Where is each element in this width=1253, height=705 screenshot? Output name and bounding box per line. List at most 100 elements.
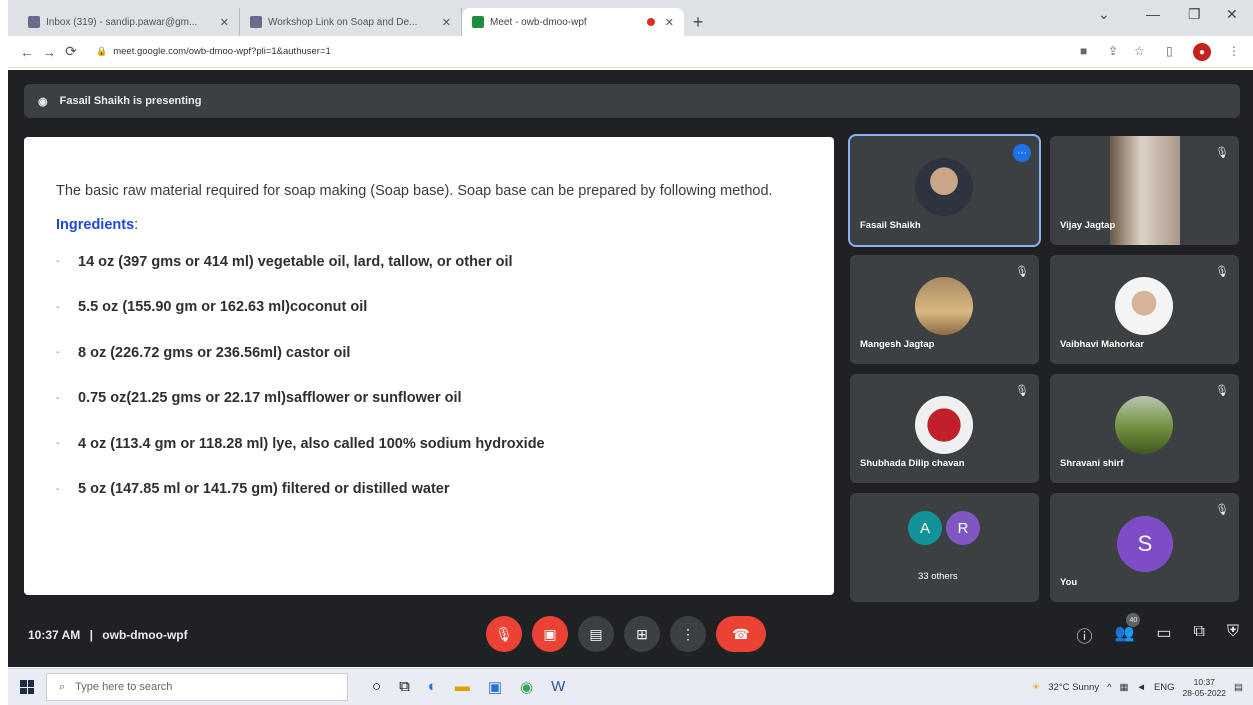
gmail-favicon-icon [28, 16, 40, 28]
chat-icon[interactable]: ▭ [1156, 623, 1171, 647]
others-tile[interactable]: A R 33 others [850, 493, 1039, 602]
list-item: -14 oz (397 gms or 414 ml) vegetable oil… [56, 253, 513, 270]
end-call-button[interactable]: ☎ [716, 616, 766, 652]
participant-name: You [1060, 577, 1078, 588]
ingredient-text: 5.5 oz (155.90 gm or 162.63 ml)coconut o… [78, 299, 368, 316]
browser-tab-inbox[interactable]: Inbox (319) - sandip.pawar@gm... ✕ [18, 8, 240, 36]
show-hidden-icon[interactable]: ^ [1107, 682, 1111, 693]
meet-bottom-bar: 10:37 AM | owb-dmoo-wpf 🎙 ▣ ▤ ⊞ ⋮ ☎ ⓘ 👥 4… [8, 603, 1253, 667]
new-tab-button[interactable]: + [684, 8, 712, 36]
list-item: -4 oz (113.4 gm or 118.28 ml) lye, also … [56, 435, 545, 452]
video-feed [1110, 136, 1180, 245]
file-explorer-icon[interactable]: ▬ [455, 678, 470, 696]
slide-intro: The basic raw material required for soap… [56, 183, 773, 199]
close-tab-icon[interactable]: ✕ [665, 16, 674, 29]
weather-text[interactable]: 32°C Sunny [1048, 682, 1099, 693]
more-vert-icon: ⋮ [681, 625, 695, 642]
tab-label: Inbox (319) - sandip.pawar@gm... [46, 16, 198, 28]
participant-tile[interactable]: ⋯ Fasail Shaikh [848, 134, 1041, 247]
ingredient-text: 0.75 oz(21.25 gms or 22.17 ml)safflower … [78, 390, 462, 407]
activities-icon[interactable]: ⧉ [1194, 623, 1205, 647]
close-window-icon[interactable]: ✕ [1226, 6, 1238, 23]
avatar [915, 396, 973, 454]
windows-start-icon[interactable] [8, 680, 46, 694]
store-icon[interactable]: ▣ [488, 678, 502, 696]
close-tab-icon[interactable]: ✕ [220, 16, 229, 29]
more-options-icon[interactable]: ⋯ [1013, 144, 1031, 162]
url-field[interactable]: 🔒 meet.google.com/owb-dmoo-wpf?pli=1&aut… [90, 41, 870, 63]
minimize-icon[interactable]: — [1146, 6, 1160, 22]
volume-icon[interactable]: ◄ [1137, 682, 1146, 693]
word-icon[interactable]: W [551, 678, 565, 696]
search-icon: ⌕ [59, 680, 66, 693]
sidebar-icon[interactable]: ▯ [1166, 44, 1173, 58]
meet-favicon-icon [472, 16, 484, 28]
language-indicator[interactable]: ENG [1154, 682, 1175, 693]
forward-arrow-icon[interactable]: → [38, 44, 60, 60]
edge-icon[interactable]: ◐ [428, 678, 437, 696]
participant-tile[interactable]: 🎙 Vaibhavi Mahorkar [1050, 255, 1239, 364]
menu-icon[interactable]: ⋮ [1228, 44, 1240, 58]
mic-off-icon: 🎙 [495, 625, 513, 642]
camera-off-icon: ▣ [543, 625, 557, 642]
reload-icon[interactable]: ⟳ [60, 43, 82, 60]
tab-search-icon[interactable]: ⌄ [1098, 6, 1110, 23]
presentation-slide: The basic raw material required for soap… [24, 137, 834, 595]
participant-tile[interactable]: 🎙 Shravani shirf [1050, 374, 1239, 483]
hang-up-icon: ☎ [732, 625, 750, 642]
recording-dot-icon [646, 18, 655, 26]
browser-tab-workshop[interactable]: Workshop Link on Soap and De... ✕ [240, 8, 462, 36]
avatar: R [946, 511, 980, 545]
captions-icon: ▤ [589, 625, 603, 642]
people-icon[interactable]: 👥 40 [1115, 613, 1141, 647]
mic-off-icon: 🎙 [1215, 147, 1229, 159]
ingredient-text: 8 oz (226.72 gms or 236.56ml) castor oil [78, 344, 351, 361]
avatar: A [908, 511, 942, 545]
back-arrow-icon[interactable]: ← [16, 44, 38, 60]
participant-name: Vijay Jagtap [1060, 220, 1116, 231]
taskbar-clock[interactable]: 10:37 28-05-2022 [1183, 677, 1226, 699]
meeting-time: 10:37 AM [28, 628, 81, 642]
participant-tile[interactable]: 🎙 Vijay Jagtap [1050, 136, 1239, 245]
camera-toggle-button[interactable]: ▣ [532, 616, 568, 652]
participant-tile[interactable]: 🎙 Shubhada Dilip chavan [850, 374, 1039, 483]
present-button[interactable]: ⊞ [624, 616, 660, 652]
meeting-info: 10:37 AM | owb-dmoo-wpf [28, 628, 188, 642]
camera-icon[interactable]: ■ [1080, 44, 1087, 58]
task-view-icon[interactable]: ⧉ [399, 678, 410, 696]
browser-tabstrip: Inbox (319) - sandip.pawar@gm... ✕ Works… [8, 0, 1253, 36]
presenting-banner: ◉ Fasail Shaikh is presenting [24, 84, 1240, 118]
call-controls: 🎙 ▣ ▤ ⊞ ⋮ ☎ [486, 616, 766, 652]
self-tile[interactable]: S 🎙 You [1050, 493, 1239, 602]
avatar [915, 158, 973, 216]
taskbar-search-input[interactable]: ⌕ Type here to search [46, 673, 348, 701]
host-controls-icon[interactable]: ⛨ [1227, 623, 1239, 647]
cortana-icon[interactable]: ○ [372, 678, 381, 696]
meet-window: ◉ Fasail Shaikh is presenting The basic … [8, 70, 1253, 667]
chrome-icon[interactable]: ◉ [520, 678, 533, 696]
mic-off-icon: 🎙 [1015, 385, 1029, 397]
mic-toggle-button[interactable]: 🎙 [486, 616, 522, 652]
url-text: meet.google.com/owb-dmoo-wpf?pli=1&authu… [113, 46, 331, 57]
close-tab-icon[interactable]: ✕ [442, 16, 451, 29]
clock-date: 28-05-2022 [1182, 687, 1227, 698]
share-icon[interactable]: ⇪ [1108, 44, 1118, 58]
participant-name: Shravani shirf [1060, 458, 1124, 469]
browser-tab-meet[interactable]: Meet - owb-dmoo-wpf ✕ [462, 8, 684, 36]
search-placeholder: Type here to search [75, 681, 173, 693]
profile-avatar-icon[interactable]: ● [1193, 43, 1211, 61]
ingredient-text: 4 oz (113.4 gm or 118.28 ml) lye, also c… [78, 435, 545, 452]
ingredients-colon: : [134, 217, 139, 233]
info-icon[interactable]: ⓘ [1076, 623, 1092, 647]
star-icon[interactable]: ☆ [1134, 44, 1145, 58]
notifications-icon[interactable]: ▤ [1234, 682, 1243, 693]
avatar [915, 277, 973, 335]
list-item: -8 oz (226.72 gms or 236.56ml) castor oi… [56, 344, 351, 361]
ingredient-text: 14 oz (397 gms or 414 ml) vegetable oil,… [78, 253, 513, 270]
participant-grid: ⋯ Fasail Shaikh 🎙 Vijay Jagtap 🎙 Mangesh… [848, 134, 1240, 602]
network-icon[interactable]: ▦ [1120, 682, 1129, 693]
participant-tile[interactable]: 🎙 Mangesh Jagtap [850, 255, 1039, 364]
maximize-icon[interactable]: ❐ [1188, 6, 1201, 23]
captions-button[interactable]: ▤ [578, 616, 614, 652]
more-options-button[interactable]: ⋮ [670, 616, 706, 652]
